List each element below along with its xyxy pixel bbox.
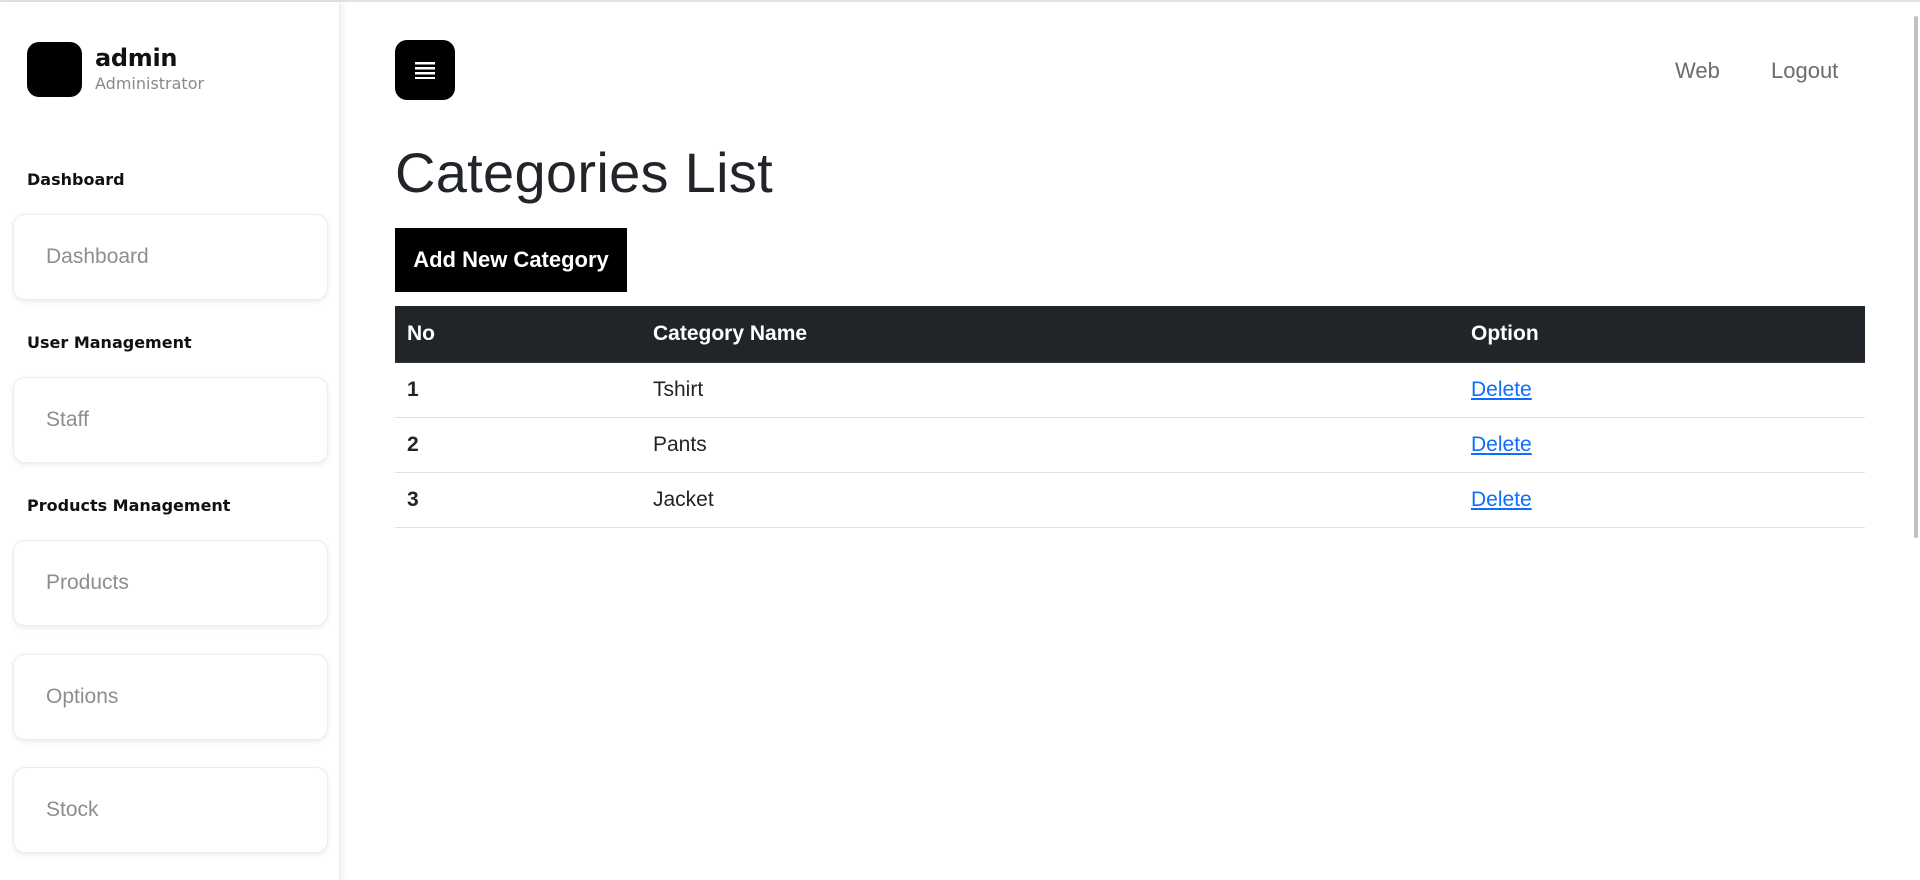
row-number: 1	[395, 362, 641, 418]
add-new-category-button[interactable]: Add New Category	[395, 228, 627, 292]
table-body: 1 Tshirt Delete 2 Pants Delete 3 Jacket …	[395, 362, 1865, 528]
user-profile: admin Administrator	[27, 42, 204, 97]
delete-link[interactable]: Delete	[1471, 433, 1532, 456]
table-header-row: No Category Name Option	[395, 306, 1865, 363]
profile-text: admin Administrator	[95, 44, 204, 94]
category-name: Tshirt	[641, 362, 1459, 418]
table-header: No Category Name Option	[395, 306, 1865, 363]
avatar	[27, 42, 82, 97]
category-name: Pants	[641, 417, 1459, 473]
scrollbar[interactable]	[1912, 2, 1920, 880]
table-row: 2 Pants Delete	[395, 417, 1865, 473]
sidebar-item-options[interactable]: Options	[13, 654, 328, 740]
sidebar: admin Administrator Dashboard Dashboard …	[0, 2, 340, 880]
sidebar-item-stock[interactable]: Stock	[13, 767, 328, 853]
sidebar-item-dashboard[interactable]: Dashboard	[13, 214, 328, 300]
row-number: 3	[395, 472, 641, 528]
menu-toggle-button[interactable]	[395, 40, 455, 100]
delete-link[interactable]: Delete	[1471, 488, 1532, 511]
section-title-user-management: User Management	[27, 333, 192, 352]
section-title-products-management: Products Management	[27, 496, 231, 515]
option-cell: Delete	[1459, 472, 1865, 528]
option-cell: Delete	[1459, 362, 1865, 418]
web-link[interactable]: Web	[1675, 58, 1720, 84]
hamburger-menu-icon	[415, 62, 435, 79]
delete-link[interactable]: Delete	[1471, 378, 1532, 401]
categories-table: No Category Name Option 1 Tshirt Delete …	[395, 306, 1865, 528]
column-header-category-name: Category Name	[641, 306, 1459, 363]
scrollbar-thumb[interactable]	[1914, 16, 1918, 538]
logout-link[interactable]: Logout	[1771, 58, 1838, 84]
option-cell: Delete	[1459, 417, 1865, 473]
sidebar-item-staff[interactable]: Staff	[13, 377, 328, 463]
table-row: 1 Tshirt Delete	[395, 362, 1865, 418]
profile-name: admin	[95, 44, 178, 72]
column-header-option: Option	[1459, 306, 1865, 363]
profile-role: Administrator	[95, 74, 205, 93]
page-title: Categories List	[395, 141, 774, 204]
table-row: 3 Jacket Delete	[395, 472, 1865, 528]
row-number: 2	[395, 417, 641, 473]
category-name: Jacket	[641, 472, 1459, 528]
sidebar-item-products[interactable]: Products	[13, 540, 328, 626]
section-title-dashboard: Dashboard	[27, 170, 125, 189]
column-header-no: No	[395, 306, 641, 363]
